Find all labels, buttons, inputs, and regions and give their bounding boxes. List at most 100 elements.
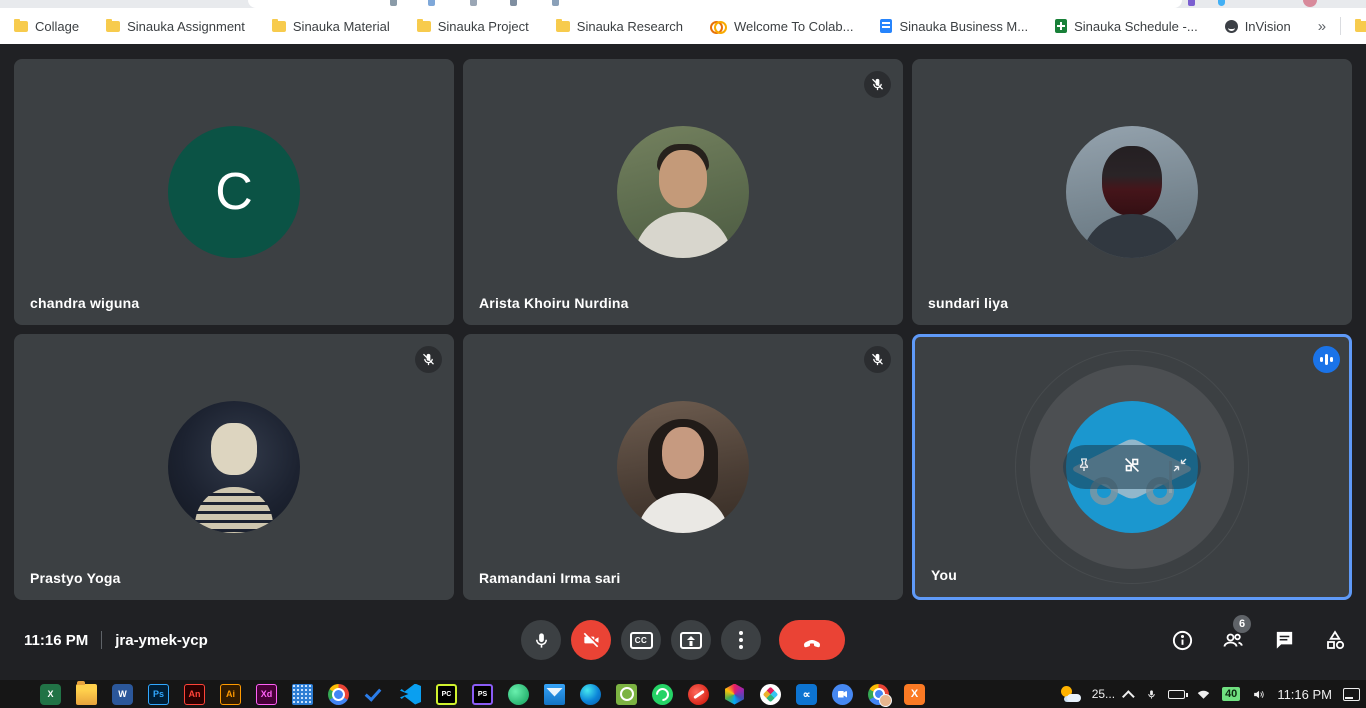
tile-hover-controls bbox=[1063, 445, 1201, 489]
windows-taskbar: X W Ps An Ai Xd PC PS ∝ X 25... 40 11:16 bbox=[0, 680, 1366, 708]
toolbar-icon-sliver bbox=[428, 0, 435, 6]
bookmark-invision[interactable]: InVision bbox=[1225, 19, 1291, 34]
taskbar-icon-slack[interactable] bbox=[760, 684, 781, 705]
tray-chevron-up-icon[interactable] bbox=[1122, 690, 1135, 703]
bookmarks-overflow-chevron[interactable]: » bbox=[1318, 18, 1326, 35]
taskbar-icon-mail[interactable] bbox=[544, 684, 565, 705]
taskbar-icon-hexagon-app[interactable] bbox=[724, 684, 745, 705]
battery-percent-badge[interactable]: 40 bbox=[1222, 687, 1240, 701]
mic-button[interactable] bbox=[521, 620, 561, 660]
video-tile-you[interactable]: You bbox=[912, 334, 1352, 600]
taskbar-icon-todo-check[interactable] bbox=[364, 684, 385, 705]
bookmark-sinauka-material[interactable]: Sinauka Material bbox=[272, 19, 390, 34]
weather-icon[interactable] bbox=[1061, 686, 1081, 702]
avatar: C bbox=[168, 126, 300, 258]
avatar-photo bbox=[617, 126, 749, 258]
bookmark-label: Sinauka Assignment bbox=[127, 19, 245, 34]
participant-name: Arista Khoiru Nurdina bbox=[479, 295, 629, 311]
meeting-clock: 11:16 PM bbox=[24, 632, 88, 649]
bookmark-sinauka-project[interactable]: Sinauka Project bbox=[417, 19, 529, 34]
bookmark-welcome-to-colab[interactable]: Welcome To Colab... bbox=[710, 19, 853, 34]
end-call-button[interactable] bbox=[779, 620, 845, 660]
participant-name: Ramandani Irma sari bbox=[479, 570, 621, 586]
more-options-button[interactable] bbox=[721, 620, 761, 660]
taskbar-icon-whatsapp[interactable] bbox=[652, 684, 673, 705]
avatar-photo bbox=[1066, 126, 1198, 258]
tray-clock[interactable]: 11:16 PM bbox=[1277, 687, 1332, 702]
action-center-icon[interactable] bbox=[1343, 688, 1360, 701]
taskbar-icon-screen-recorder[interactable] bbox=[616, 684, 637, 705]
toolbar-icon-sliver bbox=[390, 0, 397, 6]
folder-icon bbox=[106, 21, 120, 32]
taskbar-icon-file-explorer[interactable] bbox=[76, 684, 97, 705]
captions-button[interactable]: CC bbox=[621, 620, 661, 660]
bookmark-collage[interactable]: Collage bbox=[14, 19, 79, 34]
profile-avatar-sliver[interactable] bbox=[1303, 0, 1317, 7]
video-tile-prastyo-yoga[interactable]: Prastyo Yoga bbox=[14, 334, 454, 600]
mosaic-off-icon[interactable] bbox=[1121, 454, 1143, 481]
taskbar-icon-excel[interactable]: X bbox=[40, 684, 61, 705]
taskbar-icon-animate[interactable]: An bbox=[184, 684, 205, 705]
google-docs-icon bbox=[880, 19, 892, 33]
taskbar-icon-phpstorm[interactable]: PS bbox=[472, 684, 493, 705]
video-tile-ramandani[interactable]: Ramandani Irma sari bbox=[463, 334, 903, 600]
battery-icon[interactable] bbox=[1168, 690, 1185, 699]
taskbar-icon-chrome[interactable] bbox=[328, 684, 349, 705]
google-sheets-icon bbox=[1055, 19, 1067, 33]
other-bookmarks[interactable]: Other bookmarks bbox=[1355, 19, 1366, 34]
extension-icon-sliver bbox=[1218, 0, 1225, 6]
tray-mic-icon[interactable] bbox=[1146, 687, 1157, 702]
present-button[interactable] bbox=[671, 620, 711, 660]
activities-button[interactable] bbox=[1322, 627, 1348, 653]
video-tile-sundari-liya[interactable]: sundari liya bbox=[912, 59, 1352, 325]
bookmarks-divider bbox=[1340, 17, 1341, 35]
speaker-icon[interactable] bbox=[1251, 688, 1266, 701]
taskbar-icon-coreldraw[interactable] bbox=[688, 684, 709, 705]
taskbar-icon-adobe-xd[interactable]: Xd bbox=[256, 684, 277, 705]
chat-button[interactable] bbox=[1271, 627, 1297, 653]
taskbar-icon-pycharm[interactable]: PC bbox=[436, 684, 457, 705]
video-tile-arista[interactable]: Arista Khoiru Nurdina bbox=[463, 59, 903, 325]
more-options-icon bbox=[739, 631, 743, 649]
weather-temp[interactable]: 25... bbox=[1092, 687, 1115, 701]
bookmark-sinauka-business[interactable]: Sinauka Business M... bbox=[880, 19, 1028, 34]
taskbar-icon-photoshop[interactable]: Ps bbox=[148, 684, 169, 705]
folder-icon bbox=[14, 21, 28, 32]
avatar-photo bbox=[168, 401, 300, 533]
taskbar-icon-video-app[interactable] bbox=[832, 684, 853, 705]
meet-control-bar: 11:16 PM jra-ymek-ycp CC 6 bbox=[0, 600, 1366, 680]
video-tile-chandra-wiguna[interactable]: C chandra wiguna bbox=[14, 59, 454, 325]
minimize-icon[interactable] bbox=[1171, 456, 1189, 479]
taskbar-icon-edge[interactable] bbox=[580, 684, 601, 705]
meeting-code: jra-ymek-ycp bbox=[115, 632, 208, 649]
taskbar-icon-word[interactable]: W bbox=[112, 684, 133, 705]
browser-toolbar-sliver bbox=[0, 0, 1366, 8]
start-button-icon[interactable] bbox=[6, 685, 25, 704]
taskbar-icon-android-studio[interactable] bbox=[508, 684, 529, 705]
folder-icon bbox=[556, 21, 570, 32]
mic-off-icon bbox=[864, 71, 891, 98]
taskbar-icon-xampp[interactable]: X bbox=[904, 684, 925, 705]
participant-name: You bbox=[931, 567, 957, 583]
meeting-details-button[interactable] bbox=[1169, 627, 1195, 653]
taskbar-icon-camtasia[interactable]: ∝ bbox=[796, 684, 817, 705]
bookmark-sinauka-schedule[interactable]: Sinauka Schedule -... bbox=[1055, 19, 1198, 34]
people-button[interactable]: 6 bbox=[1220, 627, 1246, 653]
taskbar-icon-calendar[interactable] bbox=[292, 684, 313, 705]
toolbar-icon-sliver bbox=[510, 0, 517, 6]
wifi-icon[interactable] bbox=[1196, 688, 1211, 700]
pin-icon[interactable] bbox=[1075, 456, 1093, 479]
present-icon bbox=[680, 632, 702, 649]
address-bar-sliver[interactable] bbox=[248, 0, 1182, 8]
bookmark-label: Sinauka Business M... bbox=[899, 19, 1028, 34]
taskbar-icon-vscode[interactable] bbox=[400, 684, 421, 705]
camera-off-button[interactable] bbox=[571, 620, 611, 660]
taskbar-icon-illustrator[interactable]: Ai bbox=[220, 684, 241, 705]
bookmark-label: Welcome To Colab... bbox=[734, 19, 853, 34]
bookmark-label: Sinauka Schedule -... bbox=[1074, 19, 1198, 34]
bookmark-label: Sinauka Material bbox=[293, 19, 390, 34]
bookmark-sinauka-research[interactable]: Sinauka Research bbox=[556, 19, 683, 34]
bookmark-sinauka-assignment[interactable]: Sinauka Assignment bbox=[106, 19, 245, 34]
taskbar-icon-chrome-profile[interactable] bbox=[868, 684, 889, 705]
avatar-photo bbox=[617, 401, 749, 533]
